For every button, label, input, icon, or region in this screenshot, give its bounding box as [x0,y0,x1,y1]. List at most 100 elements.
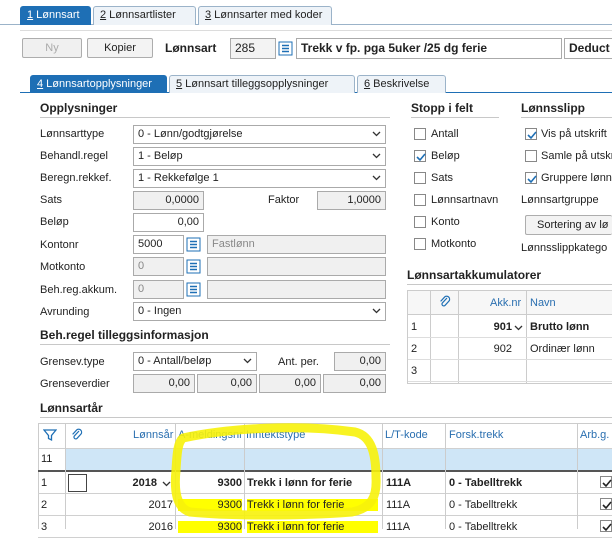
account-input[interactable]: 5000 [133,235,184,254]
limit-values-label: Grenseverdier [40,378,110,390]
akk-number[interactable]: 901 [460,321,512,333]
column-header-income[interactable]: Inntektstype [246,429,305,441]
counter-label: Motkonto [40,261,86,273]
stop-checkbox-3[interactable] [414,194,426,206]
lookup-icon[interactable] [186,237,201,252]
income-type-value[interactable]: Trekk i lønn for ferie [247,521,378,533]
filter-icon[interactable] [43,428,57,442]
accum-name [207,280,386,299]
column-header-amelding[interactable]: A-meldingsnr [178,429,243,441]
pct-input[interactable]: 0,00 [334,352,386,371]
tab-tilleggsopplysninger[interactable]: 5 Lønnsart tilleggsopplysninger [169,75,355,93]
akk-name: Brutto lønn [530,321,590,333]
limit-type-select[interactable]: 0 - Antall/beløp [133,352,257,371]
record-count: 11 [41,453,53,465]
row-number: 1 [41,477,48,489]
round-select[interactable]: 0 - Ingen [133,302,386,321]
row-number: 2 [411,343,418,355]
lookup-icon[interactable] [278,41,293,56]
chevron-down-icon[interactable] [162,479,171,488]
tab-label: Lønnsartopplysninger [43,78,152,90]
collect-checkbox[interactable] [525,150,537,162]
group-name-label: Lønnsartgruppe [521,194,599,206]
lt-code-value[interactable]: 111A [386,499,410,511]
column-header-year[interactable]: Lønnsår [133,429,173,441]
tab-label: Beskrivelse [370,78,430,90]
accum-input[interactable]: 0 [133,280,184,299]
stop-checkbox-1[interactable] [414,150,426,162]
limit-value-4[interactable]: 0,00 [323,374,386,393]
column-header-name[interactable]: Navn [530,297,556,309]
lt-code-value[interactable]: 111A [386,477,411,489]
tab-lonnsartopplysninger[interactable]: 4 Lønnsartopplysninger [30,75,167,93]
rule-select[interactable]: 1 - Beløp [133,147,386,166]
lt-code-value[interactable]: 111A [386,521,410,533]
stop-label: Beløp [431,150,460,162]
row-divider [38,493,612,494]
divider [40,344,390,345]
amelding-value[interactable]: 9300 [178,521,242,533]
forsk-value[interactable]: 0 - Tabelltrekk [449,477,575,489]
selected-row-bg [66,449,612,470]
tab-lonnsartlister[interactable]: 2 Lønnsartlister [93,6,196,25]
year-value[interactable]: 2017 [95,499,173,511]
stop-checkbox-0[interactable] [414,128,426,140]
stop-checkbox-2[interactable] [414,172,426,184]
akk-number[interactable]: 902 [460,343,512,355]
chevron-down-icon[interactable] [514,323,523,332]
column-header-arb[interactable]: Arb.g. [580,429,609,441]
income-type-value[interactable]: Trekk i lønn for ferie [247,477,378,489]
column-header-akk[interactable]: Akk.nr [490,297,521,309]
col-divider [445,424,446,529]
stop-label: Konto [431,216,460,228]
year-value[interactable]: 2016 [95,521,173,533]
tab-lonnsart[interactable]: 1 Lønnsart [20,6,91,25]
limit-value-1[interactable]: 0,00 [133,374,195,393]
check-icon [602,479,612,488]
limit-value-3[interactable]: 0,00 [259,374,321,393]
paperclip-icon[interactable] [70,428,84,442]
column-header-forsk[interactable]: Forsk.trekk [449,429,503,441]
tab-beskrivelse[interactable]: 6 Beskrivelse [357,75,446,93]
rate-input[interactable]: 0,0000 [133,191,204,210]
lookup-icon[interactable] [186,282,201,297]
stop-label: Lønnsartnavn [431,194,499,206]
divider [411,117,499,118]
group-checkbox[interactable] [525,172,537,184]
copy-button[interactable]: Kopier [87,38,153,58]
factor-label: Faktor [268,194,300,206]
wage-type-name[interactable]: Trekk v fp. pga 5uker /25 dg ferie [296,38,562,59]
row-divider [38,470,612,472]
paperclip-icon[interactable] [438,295,452,309]
show-on-print-checkbox[interactable] [525,128,537,140]
new-button[interactable]: Ny [22,38,82,58]
counter-input[interactable]: 0 [133,257,184,276]
stop-checkbox-5[interactable] [414,238,426,250]
attach-cell[interactable] [68,474,87,492]
factor-input[interactable]: 1,0000 [317,191,386,210]
tab-lonnsarter-med-koder[interactable]: 3 Lønnsarter med koder [198,6,332,25]
limit-value-2[interactable]: 0,00 [197,374,257,393]
sort-button[interactable]: Sortering av lø [525,215,612,235]
forsk-value[interactable]: 0 - Tabelltrekk [449,521,575,533]
wage-type-number[interactable]: 285 [230,38,276,59]
stop-checkbox-4[interactable] [414,216,426,228]
year-value[interactable]: 2018 [95,477,157,489]
type-select[interactable]: 0 - Lønn/godtgjørelse [133,125,386,144]
calc-select[interactable]: 1 - Rekkefølge 1 [133,169,386,188]
income-type-value[interactable]: Trekk i lønn for ferie [247,499,378,511]
tab-label: Lønnsarter med koder [211,9,323,21]
amelding-value[interactable]: 9300 [178,477,242,489]
forsk-value[interactable]: 0 - Tabelltrekk [449,499,575,511]
amount-input[interactable]: 0,00 [133,213,204,232]
limit-type-label: Grensev.type [40,356,105,368]
lookup-icon[interactable] [186,259,201,274]
column-header-lt[interactable]: L/T-kode [385,429,428,441]
amelding-value[interactable]: 9300 [178,499,242,511]
arb-checkbox[interactable] [600,520,612,532]
arb-checkbox[interactable] [600,498,612,510]
chevron-down-icon [243,358,252,364]
arb-checkbox[interactable] [600,476,612,488]
tab-label: Lønnsart tilleggsopplysninger [182,78,329,90]
deduct-field[interactable]: Deduct [564,38,612,59]
